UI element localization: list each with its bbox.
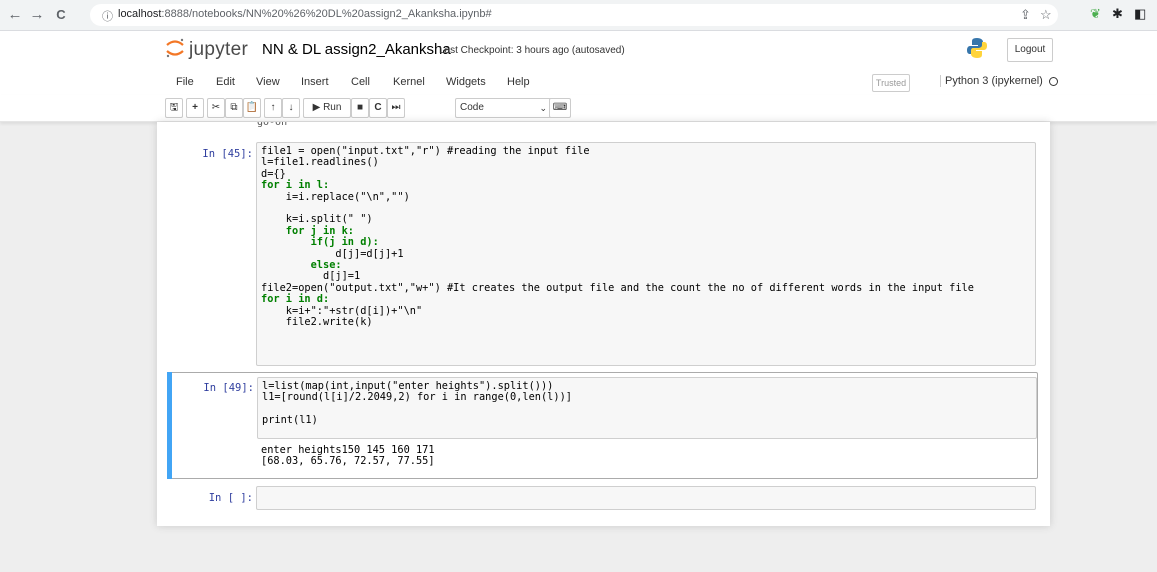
code-line: file2.write(k): [261, 316, 373, 329]
extensions-puzzle-icon[interactable]: ✱: [1112, 6, 1123, 22]
menu-insert[interactable]: Insert: [301, 76, 329, 88]
kernel-idle-icon: [1048, 76, 1058, 86]
checkpoint-status: Last Checkpoint: 3 hours ago (autosaved): [439, 45, 625, 56]
command-palette-button[interactable]: ⌨: [549, 98, 571, 118]
code-line: else:: [261, 259, 342, 272]
code-cell-empty[interactable]: In [ ]:: [167, 486, 1036, 512]
move-down-button[interactable]: ↓: [282, 98, 300, 118]
code-lines: l=list(map(int,input("enter heights").sp…: [258, 378, 1036, 430]
restart-run-all-button[interactable]: ⏭: [387, 98, 405, 118]
move-up-button[interactable]: ↑: [264, 98, 282, 118]
code-line: d={}: [261, 167, 286, 180]
info-icon[interactable]: ⓘ: [102, 8, 113, 24]
notebook-title[interactable]: NN & DL assign2_Akanksha: [262, 41, 451, 58]
menu-view[interactable]: View: [256, 76, 280, 88]
jupyter-header: jupyter NN & DL assign2_Akanksha Last Ch…: [0, 31, 1157, 71]
menu-widgets[interactable]: Widgets: [446, 76, 486, 88]
stop-icon: ■: [356, 102, 364, 113]
paste-button[interactable]: 📋: [243, 98, 261, 118]
run-button[interactable]: ▶ Run: [303, 98, 351, 118]
menu-cell[interactable]: Cell: [351, 76, 370, 88]
menu-edit[interactable]: Edit: [216, 76, 235, 88]
notebook-container: go-on In [45]: file1 = open("input.txt",…: [157, 122, 1050, 526]
cut-button[interactable]: ✂: [207, 98, 225, 118]
paste-icon: 📋: [245, 102, 259, 113]
code-line: file1 = open("input.txt","r") #reading t…: [261, 145, 590, 157]
chevron-down-icon: ⌄: [539, 103, 547, 113]
kernel-name: Python 3 (ipykernel): [945, 75, 1043, 87]
restart-icon: C: [374, 102, 382, 113]
menu-kernel[interactable]: Kernel: [393, 76, 425, 88]
code-cell-selected[interactable]: In [49]: l=list(map(int,input("enter hei…: [167, 372, 1038, 479]
code-input[interactable]: file1 = open("input.txt","r") #reading t…: [256, 142, 1036, 366]
output-lines: enter heights150 145 160 171 [68.03, 65.…: [257, 443, 439, 470]
code-line: l=list(map(int,input("enter heights").sp…: [262, 380, 554, 392]
jupyter-logo-icon[interactable]: [164, 37, 186, 59]
code-line: for i in l:: [261, 179, 330, 192]
save-button[interactable]: 🖫: [165, 98, 183, 118]
jupyter-brand[interactable]: jupyter: [189, 39, 248, 61]
code-line: i=i.replace("\n",""): [261, 190, 410, 203]
cell-prompt: In [49]:: [203, 382, 254, 394]
menu-bar: File Edit View Insert Cell Kernel Widget…: [0, 71, 1157, 95]
code-input[interactable]: l=list(map(int,input("enter heights").sp…: [257, 377, 1037, 439]
plus-icon: +: [192, 102, 198, 113]
code-line: print(l1): [262, 414, 318, 427]
notebook-toolbar: 🖫 + ✂ ⧉ 📋 ↑ ↓ ▶ Run ■ C ⏭ Code ⌄ ⌨: [0, 95, 1157, 122]
python-logo-icon: [967, 38, 987, 58]
play-icon: ▶: [312, 102, 321, 113]
browser-toolbar: ← → C ⓘ localhost:8888/notebooks/NN%20%2…: [0, 0, 1157, 31]
share-icon[interactable]: ⇪: [1020, 7, 1031, 23]
previous-cell-output-fragment: go-on: [257, 122, 288, 128]
code-line: file2=open("output.txt","w+") #It create…: [261, 281, 974, 294]
code-cell[interactable]: In [45]: file1 = open("input.txt","r") #…: [167, 142, 1036, 368]
run-label: Run: [323, 102, 342, 113]
menu-file[interactable]: File: [176, 76, 194, 88]
code-line: if(j in d):: [261, 236, 379, 249]
code-line: for j in k:: [261, 224, 354, 237]
scissors-icon: ✂: [211, 102, 221, 113]
trusted-indicator[interactable]: Trusted: [872, 74, 910, 92]
code-line: l1=[round(l[i]/2.2049,2) for i in range(…: [262, 391, 572, 404]
code-line: d[j]=1: [261, 270, 361, 283]
cell-prompt: In [45]:: [202, 148, 253, 160]
extension-leaf-icon[interactable]: ❦: [1090, 6, 1101, 22]
menu-help[interactable]: Help: [507, 76, 530, 88]
code-line: k=i.split(" "): [261, 213, 373, 226]
output-line: enter heights150 145 160 171: [261, 444, 435, 456]
cell-type-value: Code: [460, 102, 484, 113]
reload-button[interactable]: C: [52, 6, 70, 24]
keyboard-icon: ⌨: [552, 102, 568, 113]
interrupt-button[interactable]: ■: [351, 98, 369, 118]
code-line: d[j]=d[j]+1: [261, 247, 404, 260]
back-button[interactable]: ←: [6, 6, 24, 24]
code-line: k=i+":"+str(d[i])+"\n": [261, 304, 423, 317]
url-text: localhost:8888/notebooks/NN%20%26%20DL%2…: [118, 8, 492, 20]
code-line: for i in d:: [261, 293, 330, 306]
address-bar[interactable]: ⓘ localhost:8888/notebooks/NN%20%26%20DL…: [90, 4, 1058, 26]
restart-button[interactable]: C: [369, 98, 387, 118]
arrow-up-icon: ↑: [270, 102, 276, 113]
bookmark-star-icon[interactable]: ☆: [1040, 7, 1052, 23]
code-lines: file1 = open("input.txt","r") #reading t…: [257, 143, 1035, 332]
code-input-empty[interactable]: [256, 486, 1036, 510]
arrow-down-icon: ↓: [288, 102, 294, 113]
kernel-indicator[interactable]: Python 3 (ipykernel): [940, 75, 1058, 87]
copy-icon: ⧉: [230, 102, 238, 113]
forward-button[interactable]: →: [28, 6, 46, 24]
cell-output: enter heights150 145 160 171 [68.03, 65.…: [257, 443, 439, 470]
save-icon: 🖫: [169, 102, 179, 113]
fast-forward-icon: ⏭: [391, 102, 401, 113]
copy-button[interactable]: ⧉: [225, 98, 243, 118]
insert-cell-button[interactable]: +: [186, 98, 204, 118]
code-lines: [257, 487, 1035, 493]
logout-button[interactable]: Logout: [1007, 38, 1053, 62]
cell-prompt: In [ ]:: [208, 492, 253, 504]
sidepanel-icon[interactable]: ◧: [1134, 6, 1146, 22]
cell-type-select[interactable]: Code ⌄: [455, 98, 553, 118]
output-line: [68.03, 65.76, 72.57, 77.55]: [261, 455, 435, 468]
code-line: l=file1.readlines(): [261, 156, 379, 169]
